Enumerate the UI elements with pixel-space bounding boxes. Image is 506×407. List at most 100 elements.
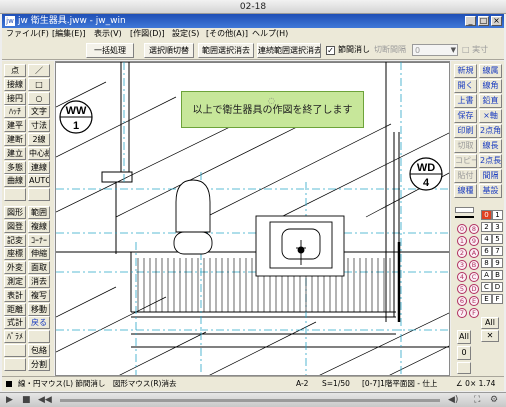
play-icon[interactable]: ▶: [6, 394, 13, 406]
rewind-icon[interactable]: ◀◀: [38, 394, 52, 406]
continuous-range-erase-button[interactable]: 連続範囲選択消去: [257, 43, 321, 58]
layer-group-B-button[interactable]: B: [469, 260, 479, 270]
tool-rectangle-button[interactable]: □: [28, 77, 50, 91]
layer-zero-button[interactable]: 0: [457, 346, 471, 360]
tool-curve-button[interactable]: 曲線: [4, 174, 26, 188]
menu-draw[interactable]: [作図(D)]: [130, 28, 165, 40]
layer-0-button[interactable]: 0: [481, 210, 492, 220]
tool-building-elevation-button[interactable]: 建立: [4, 146, 26, 160]
layer-B-button[interactable]: B: [492, 270, 503, 280]
status-layer[interactable]: [0-7]1階平面図 - 仕上: [362, 377, 452, 391]
tool-parallel-button[interactable]: 複線: [28, 219, 50, 233]
tool-overwrite-button[interactable]: 上書: [454, 94, 477, 108]
menu-file[interactable]: ファイル(F): [6, 28, 49, 40]
minimize-button[interactable]: _: [465, 16, 476, 26]
status-paper-size[interactable]: A-2: [296, 377, 308, 391]
tool-point-button[interactable]: 点: [4, 64, 26, 77]
layer-4-button[interactable]: 4: [481, 234, 492, 244]
tool-undo-button[interactable]: 戻る: [28, 316, 50, 330]
fullscreen-icon[interactable]: ⛶: [474, 394, 480, 406]
layer-1-button[interactable]: 1: [492, 210, 503, 220]
tool-cut-button[interactable]: 切取: [454, 139, 477, 153]
tool-formula-button[interactable]: 式計: [4, 316, 26, 330]
layer-6-button[interactable]: 6: [481, 246, 492, 256]
tool-print-button[interactable]: 印刷: [454, 124, 477, 138]
status-zoom-factor[interactable]: × 1.74: [470, 377, 495, 391]
tool-connect-line-button[interactable]: 連線: [28, 160, 50, 174]
tool-envelope-b-button[interactable]: 包絡: [28, 344, 50, 357]
menu-settings[interactable]: 設定(S): [172, 28, 199, 40]
menu-help[interactable]: ヘルプ(H): [252, 28, 288, 40]
range-select-erase-button[interactable]: 範囲選択消去: [198, 43, 254, 58]
tool-coordinate-button[interactable]: 座標: [4, 247, 26, 261]
tool-divide-b-button[interactable]: 分割: [28, 357, 50, 371]
tool-circle-button[interactable]: ○: [28, 91, 50, 105]
layer-group-5-button[interactable]: 5: [457, 284, 467, 294]
tool-line-button[interactable]: ／: [28, 64, 50, 77]
tool-two-point-angle-button[interactable]: 2点角: [479, 124, 502, 138]
stop-icon[interactable]: ■: [22, 394, 31, 406]
tool-hatch-button[interactable]: ﾊｯﾁ: [4, 105, 26, 119]
layer-all-button[interactable]: All: [457, 330, 471, 344]
tool-figure-register-button[interactable]: 図登: [4, 219, 26, 233]
volume-icon[interactable]: ◀): [448, 394, 458, 406]
tool-save-button[interactable]: 保存: [454, 109, 477, 123]
layer-group-D-button[interactable]: D: [469, 284, 479, 294]
tool-chamfer-button[interactable]: 面取: [28, 261, 50, 275]
status-scale[interactable]: S=1/50: [322, 377, 350, 391]
layer-group-0-button[interactable]: 0: [457, 224, 467, 234]
line-style-swatch[interactable]: [455, 207, 474, 213]
tool-building-plan-button[interactable]: 建平: [4, 119, 26, 133]
all-layers-button[interactable]: All: [481, 317, 499, 329]
layer-9-button[interactable]: 9: [492, 258, 503, 268]
layer-group-4-button[interactable]: 4: [457, 272, 467, 282]
status-angle[interactable]: ∠ 0: [456, 377, 470, 391]
layer-3-button[interactable]: 3: [492, 222, 503, 232]
tool-stretch-button[interactable]: 伸縮: [28, 247, 50, 261]
segment-erase-checkbox[interactable]: ✓: [326, 46, 335, 55]
tool-spacing-button[interactable]: 間隔: [479, 169, 502, 183]
layer-7-button[interactable]: 7: [492, 246, 503, 256]
tool-text-button[interactable]: 文字: [28, 105, 50, 119]
layer-5-button[interactable]: 5: [492, 234, 503, 244]
layer-group-1-button[interactable]: 1: [457, 236, 467, 246]
player-seek-bar[interactable]: [60, 399, 440, 402]
tool-line-angle-button[interactable]: 線角: [479, 79, 502, 93]
tool-polygon-button[interactable]: 多態: [4, 160, 26, 174]
tool-paste-button[interactable]: 貼付: [454, 169, 477, 183]
tool-new-button[interactable]: 新規: [454, 64, 477, 78]
layer-group-8-button[interactable]: 8: [469, 224, 479, 234]
tool-range-button[interactable]: 範囲: [28, 206, 50, 219]
layer-D-button[interactable]: D: [492, 282, 503, 292]
layer-group-7-button[interactable]: 7: [457, 308, 467, 318]
tool-double-line-button[interactable]: 2線: [28, 133, 50, 146]
player-settings-icon[interactable]: ⚙: [490, 394, 498, 406]
tool-line-attr-button[interactable]: 線属: [479, 64, 502, 78]
maximize-button[interactable]: □: [478, 16, 489, 26]
layer-group-2-button[interactable]: 2: [457, 248, 467, 258]
tool-x-axis-button[interactable]: ×軸: [479, 109, 502, 123]
layer-group-E-button[interactable]: E: [469, 296, 479, 306]
tool-dimension-button[interactable]: 寸法: [28, 119, 50, 133]
layer-group-9-button[interactable]: 9: [469, 236, 479, 246]
cut-interval-dropdown[interactable]: 0 ▼: [412, 44, 458, 56]
tool-auto-button[interactable]: AUTO: [28, 174, 50, 188]
line-weight-swatch[interactable]: [455, 216, 474, 218]
tool-base-setting-button[interactable]: 基設: [479, 184, 502, 198]
tool-move-button[interactable]: 移動: [28, 302, 50, 316]
tool-copy-button[interactable]: コピー: [454, 154, 477, 168]
tool-erase-button[interactable]: 消去: [28, 275, 50, 288]
tool-open-button[interactable]: 開く: [454, 79, 477, 93]
tool-line-length-button[interactable]: 線長: [479, 139, 502, 153]
tool-line-type-button[interactable]: 線種: [454, 184, 477, 198]
menu-other[interactable]: [その他(A)]: [206, 28, 248, 40]
tool-vertical-button[interactable]: 鉛直: [479, 94, 502, 108]
layer-2-button[interactable]: 2: [481, 222, 492, 232]
tool-external-change-button[interactable]: 外変: [4, 261, 26, 275]
layer-blank-button[interactable]: [457, 362, 471, 374]
layer-group-C-button[interactable]: C: [469, 272, 479, 282]
layer-8-button[interactable]: 8: [481, 258, 492, 268]
tool-figure-button[interactable]: 図形: [4, 206, 26, 219]
tool-parameter-button[interactable]: ﾊﾟﾗﾒ: [4, 330, 26, 344]
batch-process-button[interactable]: 一括処理: [86, 43, 134, 58]
